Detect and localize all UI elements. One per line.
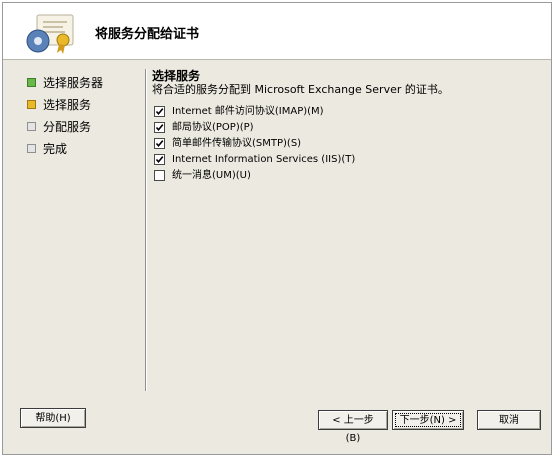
step-label: 分配服务 [43,120,92,134]
option-label: Internet 邮件访问协议(IMAP)(M) [172,106,324,117]
step-label: 选择服务器 [43,76,104,90]
option-smtp[interactable]: 简单邮件传输协议(SMTP)(S) [152,137,542,153]
option-label: 邮局协议(POP)(P) [172,122,254,133]
step-pending-icon [27,122,36,131]
step-done-icon [27,78,36,87]
step-select-server: 选择服务器 [25,73,103,95]
step-label: 完成 [43,142,68,156]
smtp-checkbox[interactable] [154,138,165,149]
certificate-gear-icon [26,14,74,54]
section-title: 选择服务 [152,69,201,83]
section-description: 将合适的服务分配到 Microsoft Exchange Server 的证书。 [152,83,449,96]
vertical-divider [145,69,147,391]
step-label: 选择服务 [43,98,92,112]
step-select-services: 选择服务 [25,95,103,117]
iis-checkbox[interactable] [154,154,165,165]
content-panel: 选择服务 将合适的服务分配到 Microsoft Exchange Server… [152,69,542,185]
option-imap[interactable]: Internet 邮件访问协议(IMAP)(M) [152,105,542,121]
wizard-header: 将服务分配给证书 [3,3,551,60]
option-label: 简单邮件传输协议(SMTP)(S) [172,138,302,149]
imap-checkbox[interactable] [154,106,165,117]
pop-checkbox[interactable] [154,122,165,133]
step-finish: 完成 [25,139,103,161]
next-button[interactable]: 下一步(N) > [392,410,464,430]
option-um[interactable]: 统一消息(UM)(U) [152,169,542,185]
service-options: Internet 邮件访问协议(IMAP)(M) 邮局协议(POP)(P) 简单… [152,105,542,185]
wizard-title: 将服务分配给证书 [95,27,200,42]
checkmark-icon [155,140,164,148]
step-pending-icon [27,144,36,153]
wizard-window: 将服务分配给证书 选择服务器 选择服务 分配服务 完成 选择服务 将合适的服务分… [2,2,552,455]
cancel-button[interactable]: 取消 [477,410,541,430]
help-button[interactable]: 帮助(H) [20,408,86,428]
step-current-icon [27,100,36,109]
checkmark-icon [155,156,164,164]
back-button[interactable]: < 上一步(B) [318,410,388,444]
um-checkbox[interactable] [154,170,165,181]
step-list: 选择服务器 选择服务 分配服务 完成 [25,73,103,161]
option-pop[interactable]: 邮局协议(POP)(P) [152,121,542,137]
option-label: Internet Information Services (IIS)(T) [172,154,356,165]
step-assign-services: 分配服务 [25,117,103,139]
option-iis[interactable]: Internet Information Services (IIS)(T) [152,153,542,169]
checkmark-icon [155,124,164,132]
option-label: 统一消息(UM)(U) [172,170,251,181]
checkmark-icon [155,108,164,116]
